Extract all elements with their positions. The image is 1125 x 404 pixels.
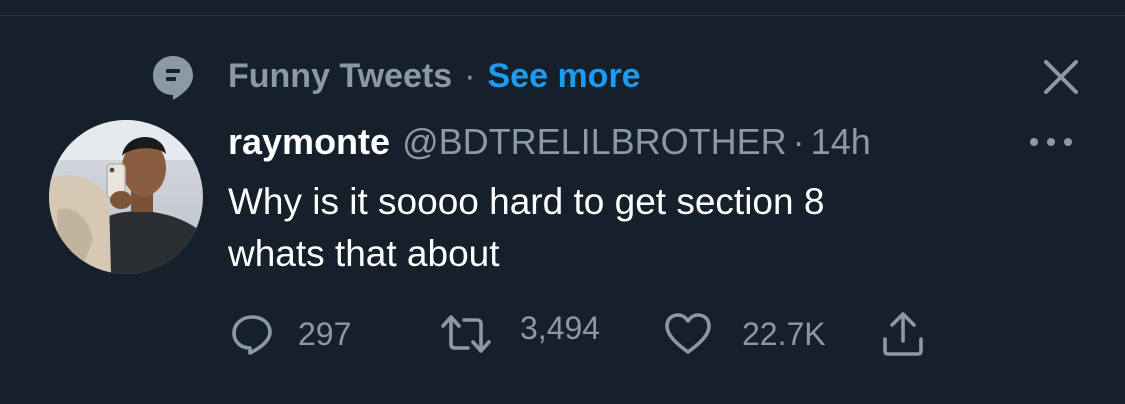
- like-icon: [665, 313, 711, 354]
- reply-button[interactable]: 297: [230, 310, 351, 358]
- topic-context: Funny Tweets · See more: [228, 54, 641, 98]
- retweet-icon: [441, 315, 491, 353]
- separator-dot: ·: [464, 56, 476, 95]
- retweet-button[interactable]: 3,494: [440, 310, 600, 358]
- avatar[interactable]: [49, 120, 203, 274]
- see-more-link[interactable]: See more: [488, 57, 641, 96]
- tweet-header: raymonte @BDTRELILBROTHER · 14h: [228, 118, 871, 166]
- top-divider: [0, 15, 1125, 16]
- like-button[interactable]: 22.7K: [664, 310, 826, 358]
- separator-dot: ·: [792, 121, 805, 162]
- reply-count: 297: [298, 315, 352, 352]
- share-icon: [883, 312, 923, 356]
- topic-name[interactable]: Funny Tweets: [228, 57, 452, 96]
- tweet-text-line: whats that about: [228, 233, 500, 274]
- reply-icon: [232, 315, 272, 355]
- tweet-text-line: Why is it soooo hard to get section 8: [228, 181, 825, 222]
- timestamp[interactable]: 14h: [811, 121, 871, 163]
- user-handle[interactable]: @BDTRELILBROTHER: [402, 121, 787, 163]
- topic-icon: [153, 56, 193, 100]
- like-count: 22.7K: [742, 315, 826, 352]
- more-options-icon[interactable]: [1026, 132, 1076, 152]
- display-name[interactable]: raymonte: [228, 121, 390, 163]
- retweet-count: 3,494: [520, 309, 601, 346]
- close-icon[interactable]: [1040, 56, 1082, 98]
- share-button[interactable]: [880, 310, 926, 358]
- tweet-text: Why is it soooo hard to get section 8 wh…: [228, 176, 1028, 280]
- profile-photo: [49, 120, 203, 274]
